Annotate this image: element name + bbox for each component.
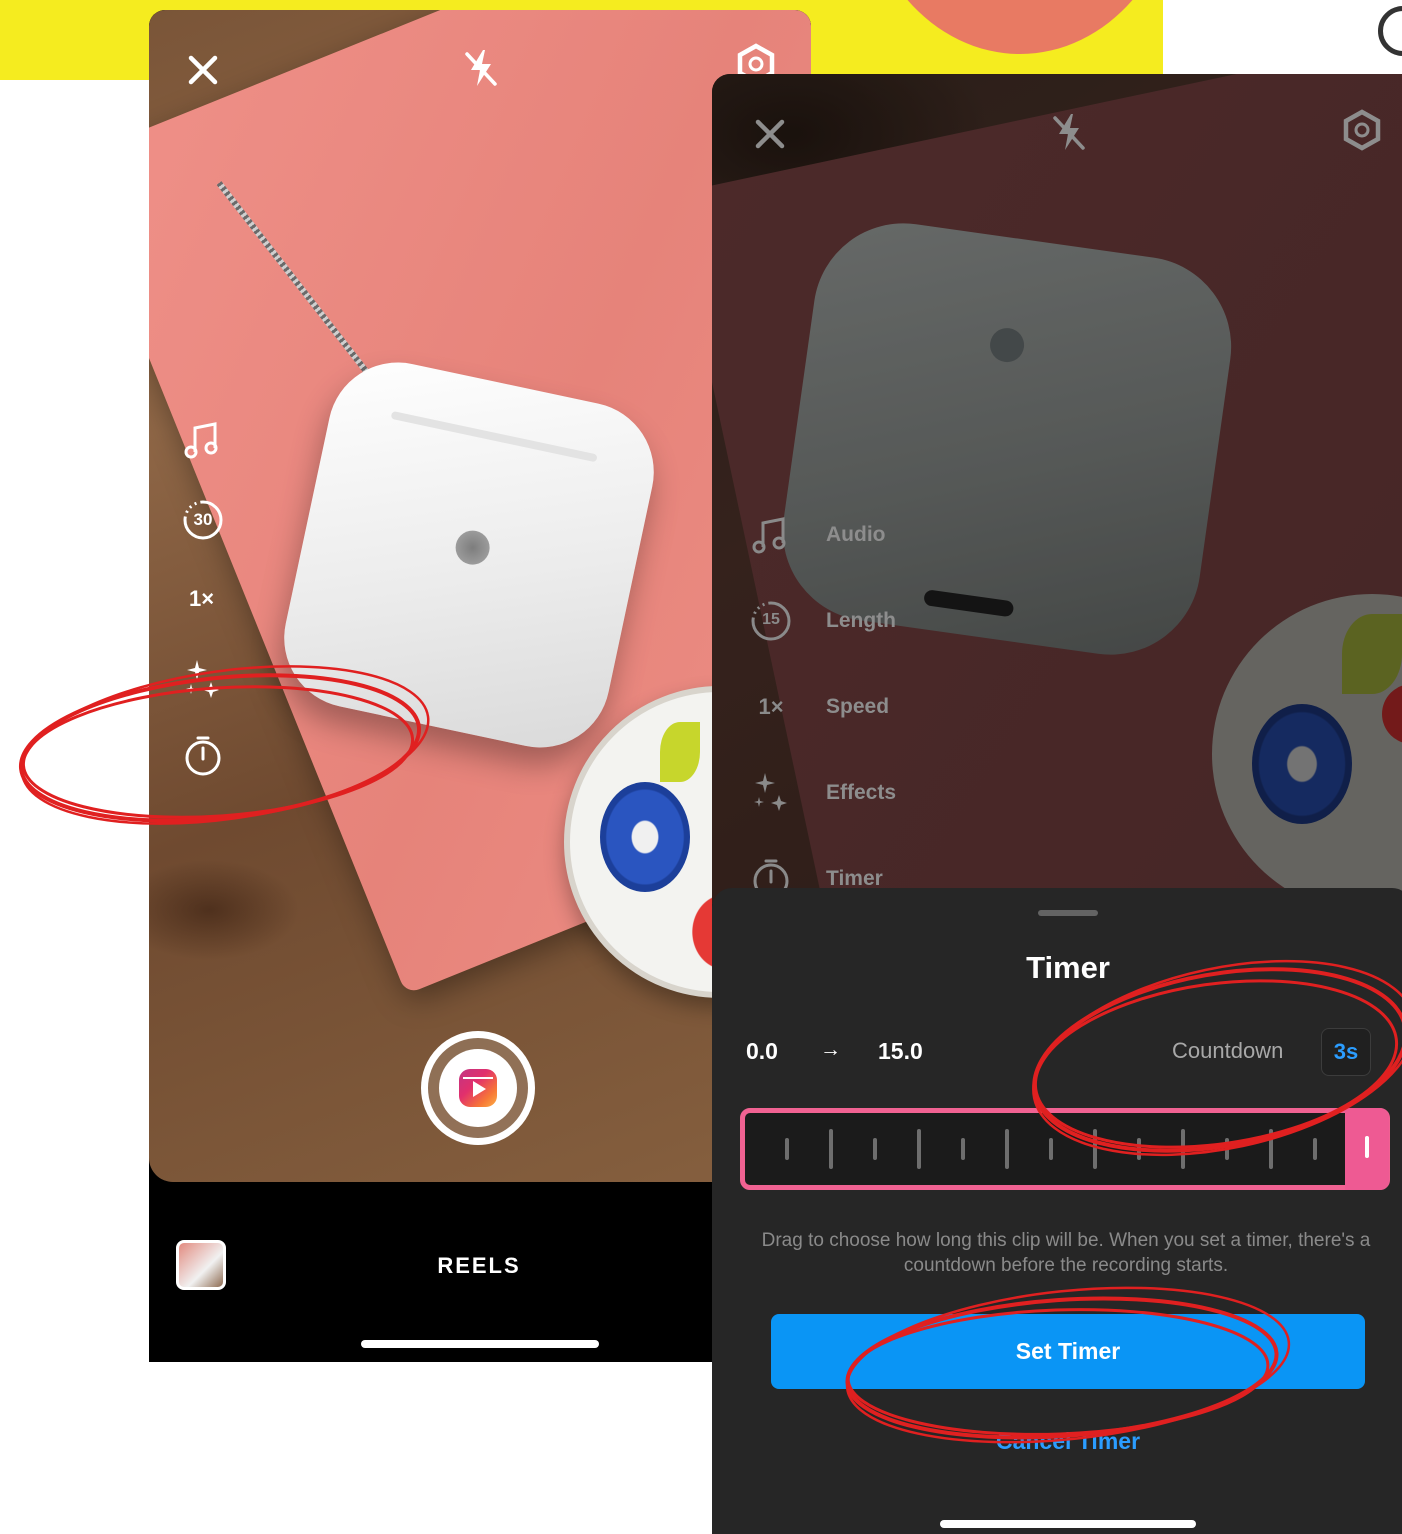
range-end-value: 15.0 <box>878 1038 923 1064</box>
tool-speed[interactable]: 1× Speed <box>746 682 889 732</box>
sheet-drag-handle[interactable] <box>1038 910 1098 916</box>
timer-help-text: Drag to choose how long this clip will b… <box>761 1230 1371 1276</box>
slider-tick <box>785 1138 789 1160</box>
slider-tick <box>829 1129 833 1169</box>
music-note-icon[interactable] <box>181 418 225 462</box>
range-start-value: 0.0 <box>746 1038 778 1064</box>
range-arrow-icon: → <box>820 1038 841 1061</box>
slider-tick <box>1269 1129 1273 1169</box>
slider-tick <box>1049 1138 1053 1160</box>
timer-sheet: Timer 0.0 → 15.0 Countdown 3s Drag to ch… <box>712 888 1402 1534</box>
decorative-ring <box>1378 6 1402 56</box>
slider-tick <box>1225 1138 1229 1160</box>
record-button[interactable] <box>421 1031 535 1145</box>
length-timer-icon: 15 <box>746 596 796 646</box>
clip-length-slider[interactable] <box>740 1108 1390 1190</box>
tool-effects[interactable]: Effects <box>746 768 896 818</box>
slider-tick <box>917 1129 921 1169</box>
slider-end-handle[interactable] <box>1345 1108 1389 1190</box>
tool-length[interactable]: 15 Length <box>746 596 896 646</box>
tool-label: Length <box>826 609 896 632</box>
slider-tick <box>1093 1129 1097 1169</box>
effects-sparkle-icon[interactable] <box>181 658 225 702</box>
music-note-icon <box>746 510 796 560</box>
flash-off-icon[interactable] <box>459 46 503 90</box>
camera-viewfinder-dimmed: Audio 15 Length 1× Speed Effects Timer <box>712 74 1402 904</box>
tool-label: Audio <box>826 523 886 546</box>
slider-tick <box>961 1138 965 1160</box>
tool-audio[interactable]: Audio <box>746 510 885 560</box>
countdown-label: Countdown <box>1172 1038 1284 1063</box>
length-value: 30 <box>193 510 213 529</box>
sheet-title: Timer <box>1026 950 1110 985</box>
home-indicator <box>361 1340 599 1348</box>
slider-tick <box>873 1138 877 1160</box>
settings-gear-icon[interactable] <box>1340 108 1384 152</box>
speed-icon: 1× <box>758 694 784 719</box>
tool-label: Effects <box>826 781 897 804</box>
tool-label: Speed <box>826 695 890 718</box>
reels-timer-screen: Audio 15 Length 1× Speed Effects Timer T… <box>712 74 1402 1534</box>
effects-sparkle-icon <box>746 768 796 818</box>
speed-icon[interactable]: 1× <box>189 586 214 612</box>
slider-tick <box>1313 1138 1317 1160</box>
countdown-selector[interactable]: 3s <box>1321 1028 1371 1076</box>
camera-mode-label[interactable]: REELS <box>429 1253 529 1279</box>
slider-tick <box>1005 1129 1009 1169</box>
gallery-thumbnail[interactable] <box>176 1240 226 1290</box>
set-timer-button[interactable]: Set Timer <box>771 1314 1365 1389</box>
slider-tick <box>1137 1138 1141 1160</box>
reels-icon <box>459 1069 497 1107</box>
length-timer-icon[interactable]: 30 <box>181 498 225 542</box>
length-value: 15 <box>762 611 780 628</box>
timer-stopwatch-icon[interactable] <box>181 734 225 778</box>
close-icon[interactable] <box>748 112 792 156</box>
slider-tick <box>1181 1129 1185 1169</box>
close-icon[interactable] <box>181 48 225 92</box>
flash-off-icon[interactable] <box>1047 110 1091 154</box>
cancel-timer-button[interactable]: Cancel Timer <box>712 1428 1402 1455</box>
